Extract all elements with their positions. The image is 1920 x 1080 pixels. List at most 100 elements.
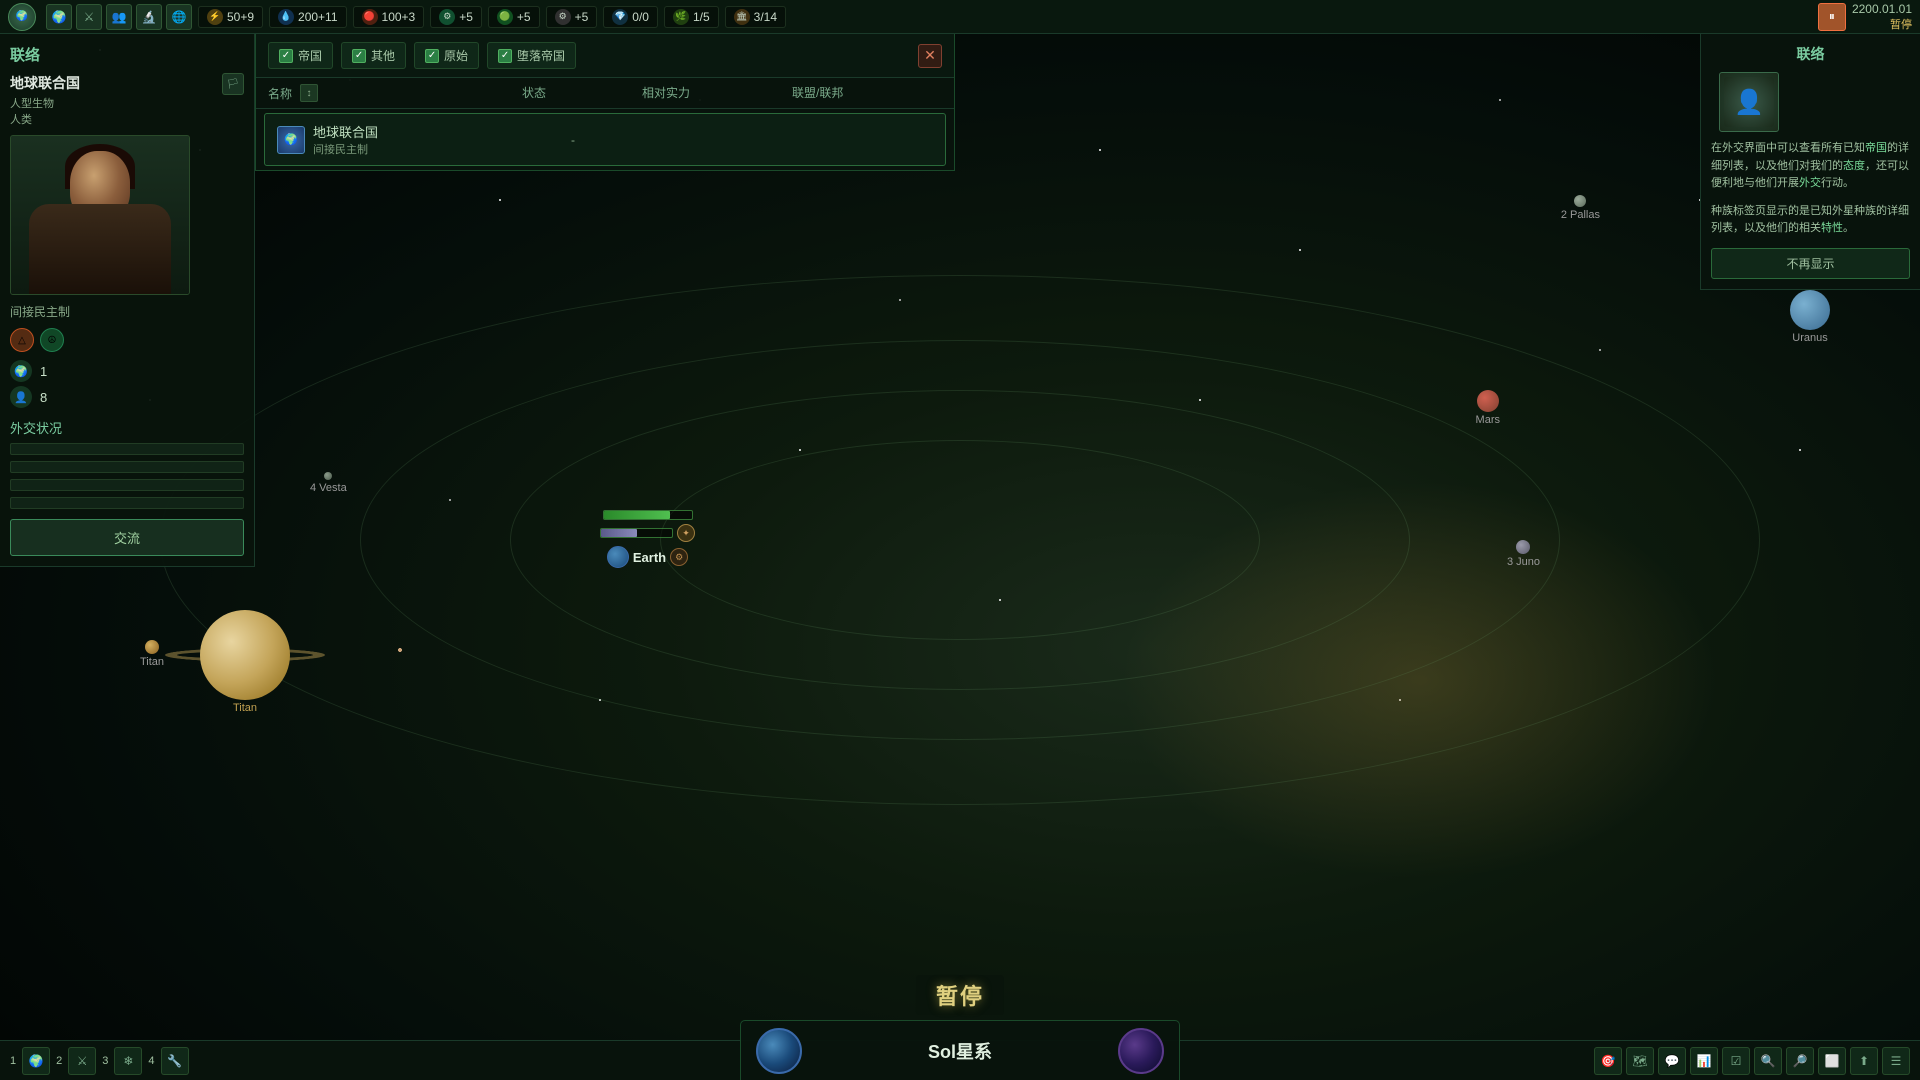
info-header-row: 👤 [1711, 72, 1910, 132]
minimap-btn-menu[interactable]: ☰ [1882, 1047, 1910, 1075]
filter-other-label: 其他 [371, 47, 395, 64]
highlight-empire: 帝国 [1865, 142, 1887, 154]
diplo-section-title: 外交状况 [10, 418, 244, 437]
minimap-btn-target[interactable]: 🎯 [1594, 1047, 1622, 1075]
minimap-btn-map[interactable]: 🗺 [1626, 1047, 1654, 1075]
minimap-btn-stats[interactable]: 📊 [1690, 1047, 1718, 1075]
minimap-btn-search[interactable]: 🔍 [1754, 1047, 1782, 1075]
resource-bio: 🌿 1/5 [664, 6, 719, 28]
col-power: 相对实力 [642, 84, 792, 102]
filter-empire[interactable]: ✓ 帝国 [268, 42, 333, 69]
leader-face-icon: 👤 [1734, 88, 1764, 117]
no-show-button[interactable]: 不再显示 [1711, 248, 1910, 279]
row-empire-name: 地球联合国 [313, 122, 378, 141]
filter-other[interactable]: ✓ 其他 [341, 42, 406, 69]
juno-planet[interactable]: 3 Juno [1507, 540, 1540, 568]
diplo-table-header: 名称 ↕ 状态 相对实力 联盟/联邦 [256, 78, 954, 109]
filter-primitive-check: ✓ [425, 49, 439, 63]
info-panel-title: 联络 [1711, 44, 1910, 64]
earth-badge[interactable]: Earth ⚙ [607, 546, 688, 568]
nav-icon-3[interactable]: 👥 [106, 4, 132, 30]
influence-icon: ⚙ [555, 9, 571, 25]
table-row[interactable]: 🌍 地球联合国 间接民主制 - [264, 113, 946, 166]
filter-fallen[interactable]: ✓ 堕落帝国 [487, 42, 576, 69]
ethics-icon-authoritarian: △ [10, 328, 34, 352]
pause-icon: ⏸ [1829, 9, 1835, 24]
earth-icon-1[interactable]: ⚙ [670, 548, 688, 566]
filter-primitive[interactable]: ✓ 原始 [414, 42, 479, 69]
minimap-btn-checklist[interactable]: ☑ [1722, 1047, 1750, 1075]
saturn-body [200, 610, 290, 700]
topbar-nav-icons: 🌍 ⚔ 👥 🔬 🌐 [46, 4, 192, 30]
tab-2-icon[interactable]: ⚔ [68, 1047, 96, 1075]
empire-flag-btn[interactable]: 🏳 [222, 73, 244, 95]
diplo-bars [10, 443, 244, 509]
mars-planet[interactable]: Mars [1476, 390, 1500, 426]
diplo-bar-4 [10, 497, 244, 509]
left-panel-title: 联络 [10, 44, 244, 65]
resource-research: ⚙ +5 [430, 6, 482, 28]
bottom-tab-3[interactable]: 3 ❄ [102, 1047, 142, 1075]
vesta-planet[interactable]: 4 Vesta [310, 472, 347, 494]
row-status: - [513, 133, 633, 147]
col-name-label: 名称 [268, 85, 292, 102]
pause-label: 暂停 [916, 975, 1004, 1015]
minimap-btn-chat[interactable]: 💬 [1658, 1047, 1686, 1075]
nav-icon-2[interactable]: ⚔ [76, 4, 102, 30]
tab-3-num: 3 [102, 1055, 108, 1067]
left-panel: 联络 地球联合国 人型生物 人类 🏳 间接民主制 △ ☮ 🌍 1 👤 8 外交状… [0, 34, 255, 567]
empire-name: 地球联合国 [10, 73, 80, 93]
exchange-button[interactable]: 交流 [10, 519, 244, 556]
influence-value: +5 [575, 10, 589, 24]
tab-1-icon[interactable]: 🌍 [22, 1047, 50, 1075]
diplo-filter-header: ✓ 帝国 ✓ 其他 ✓ 原始 ✓ 堕落帝国 ✕ [256, 34, 954, 78]
diplo-close-button[interactable]: ✕ [918, 44, 942, 68]
system-globe-icon[interactable] [756, 1028, 802, 1074]
ethics-icon-pacifist: ☮ [40, 328, 64, 352]
bottom-tab-2[interactable]: 2 ⚔ [56, 1047, 96, 1075]
minimap-btn-frame[interactable]: ⬜ [1818, 1047, 1846, 1075]
character-silhouette [11, 136, 189, 294]
uranus-planet[interactable]: Uranus [1790, 290, 1830, 344]
bottom-tab-1[interactable]: 1 🌍 [10, 1047, 50, 1075]
nav-icon-1[interactable]: 🌍 [46, 4, 72, 30]
pop-stats-row: 👤 8 [10, 386, 244, 408]
earth-globe-icon [607, 546, 629, 568]
bio-icon: 🌿 [673, 9, 689, 25]
highlight-diplomacy: 外交 [1799, 177, 1821, 189]
titan-label: Titan [140, 656, 164, 668]
pop-icon: 🏛 [734, 9, 750, 25]
nav-icon-4[interactable]: 🔬 [136, 4, 162, 30]
saturn-planet[interactable]: Titan [200, 610, 290, 714]
tab-3-icon[interactable]: ❄ [114, 1047, 142, 1075]
earth-upgrade-icon[interactable]: ✦ [677, 524, 695, 542]
date-display: 2200.01.01 暂停 [1852, 2, 1912, 32]
uranus-label: Uranus [1792, 332, 1827, 344]
titan-planet[interactable]: Titan [140, 640, 164, 668]
minimap-btn-up[interactable]: ⬆ [1850, 1047, 1878, 1075]
earth-indicator[interactable]: ✦ Earth ⚙ [600, 510, 695, 568]
nav-icon-5[interactable]: 🌐 [166, 4, 192, 30]
tab-4-num: 4 [148, 1055, 154, 1067]
empire-info: 地球联合国 人型生物 人类 🏳 [10, 73, 244, 127]
tab-1-num: 1 [10, 1055, 16, 1067]
leader-face: 👤 [1724, 77, 1774, 127]
sort-name-icon[interactable]: ↕ [300, 84, 318, 102]
col-alliance: 联盟/联邦 [792, 84, 942, 102]
system-galaxy-icon[interactable] [1118, 1028, 1164, 1074]
pallas-planet[interactable]: 2 Pallas [1561, 195, 1600, 221]
bottom-tab-4[interactable]: 4 🔧 [148, 1047, 188, 1075]
tab-2-num: 2 [56, 1055, 62, 1067]
minimap-btn-zoom[interactable]: 🔎 [1786, 1047, 1814, 1075]
pause-button[interactable]: ⏸ [1818, 3, 1846, 31]
row-empire-subname: 间接民主制 [313, 141, 378, 157]
empire-logo[interactable]: 🌍 [8, 3, 36, 31]
food-value: 100+3 [382, 10, 416, 24]
resource-energy: ⚡ 50+9 [198, 6, 263, 28]
research-value: +5 [459, 10, 473, 24]
diplo-bar-2 [10, 461, 244, 473]
diplo-bar-1 [10, 443, 244, 455]
planet-count: 1 [40, 364, 47, 379]
tab-4-icon[interactable]: 🔧 [161, 1047, 189, 1075]
filter-fallen-check: ✓ [498, 49, 512, 63]
